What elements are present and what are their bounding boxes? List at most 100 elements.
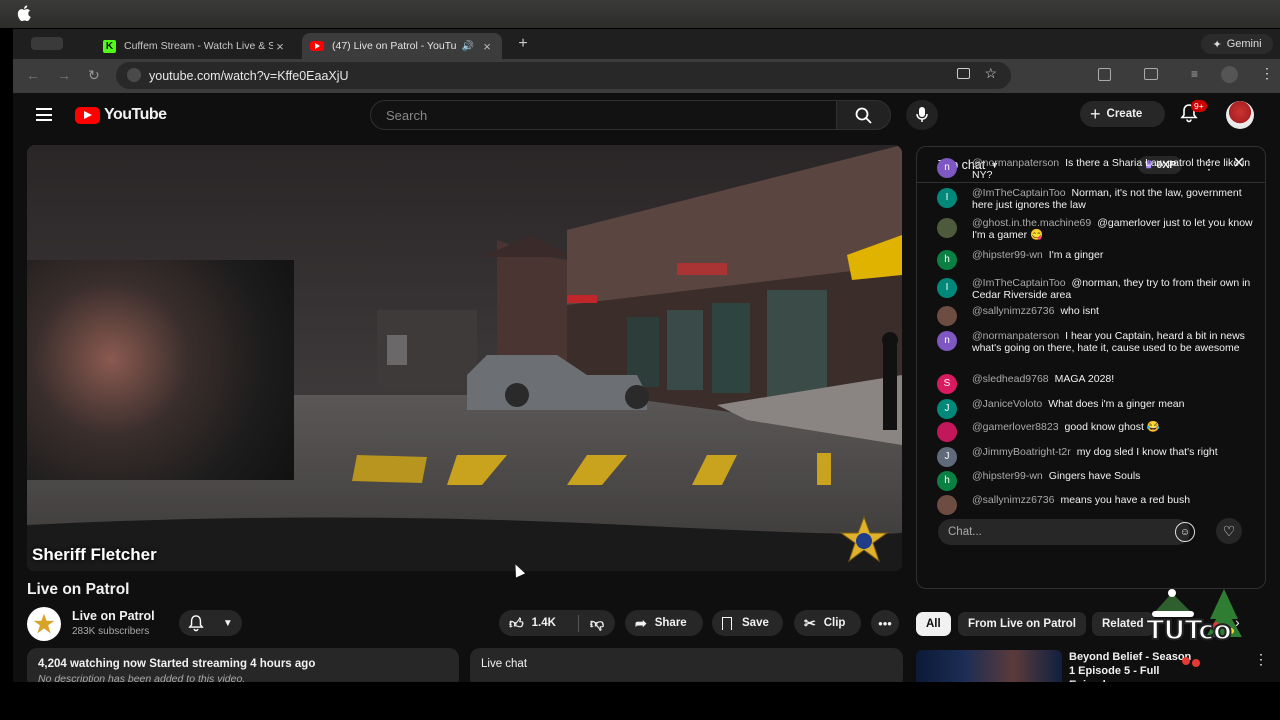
dislike-button[interactable]: 👎︎ [579, 615, 615, 632]
new-tab-button[interactable]: + [513, 34, 533, 54]
tab-cuffem[interactable]: K Cuffem Stream - Watch Live & Stream × [95, 33, 295, 59]
chat-author-avatar[interactable]: I [937, 278, 957, 298]
tab-title: (47) Live on Patrol - YouTube [332, 40, 456, 52]
tab-groups-icon[interactable] [31, 37, 63, 50]
share-icon: ➦ [635, 614, 647, 631]
chat-author-avatar[interactable]: h [937, 250, 957, 270]
chat-message[interactable]: J @JaniceVoloto What does i'm a ginger mea… [937, 398, 1257, 419]
chat-author-avatar[interactable] [937, 495, 957, 515]
like-button[interactable]: 👍︎ 1.4K [499, 614, 579, 632]
tab-youtube[interactable]: (47) Live on Patrol - YouTube 🔊 × [302, 33, 502, 59]
chat-message-body: @ImTheCaptainToo Norman, it's not the law… [972, 187, 1257, 211]
notifications-button[interactable]: 9+ [1180, 100, 1207, 126]
back-icon[interactable]: ← [26, 67, 40, 83]
youtube-logo[interactable]: YouTube [75, 106, 167, 124]
clip-button[interactable]: ✂ Clip [794, 610, 861, 636]
chat-author-name[interactable]: @normanpaterson [972, 330, 1059, 342]
chat-author-name[interactable]: @ImTheCaptainToo [972, 277, 1066, 289]
chat-message-text: Gingers have Souls [1048, 470, 1141, 482]
close-icon[interactable]: × [480, 39, 494, 54]
chat-author-avatar[interactable] [937, 422, 957, 442]
create-button[interactable]: + Create [1080, 101, 1165, 127]
chat-author-name[interactable]: @sallynimzz6736 [972, 305, 1054, 317]
description-box[interactable]: 4,204 watching now Started streaming 4 h… [27, 648, 459, 682]
chat-author-avatar[interactable]: J [937, 447, 957, 467]
chat-author-name[interactable]: @hipster99-wn [972, 470, 1043, 482]
more-menu-icon[interactable]: ⋮ [1260, 65, 1274, 82]
hamburger-menu-icon[interactable] [36, 108, 52, 121]
channel-name[interactable]: Live on Patrol [72, 609, 155, 623]
chat-author-avatar[interactable]: h [937, 471, 957, 491]
chat-message[interactable]: @sallynimzz6736 who isnt [937, 305, 1257, 326]
search-input[interactable]: Search [370, 100, 837, 130]
video-overlay-name: Sheriff Fletcher [32, 545, 157, 564]
chat-author-name[interactable]: @JaniceVoloto [972, 398, 1042, 410]
chat-message-body: @JimmyBoatright-t2r my dog sled I know th… [972, 446, 1257, 458]
close-icon[interactable]: × [273, 39, 287, 54]
chat-author-avatar[interactable]: J [937, 399, 957, 419]
chat-message[interactable]: n @normanpaterson Is there a Sharia Law pa… [937, 157, 1257, 181]
chat-message[interactable]: @gamerlover8823 good know ghost 😂 [937, 421, 1257, 442]
chat-message[interactable]: J @JimmyBoatright-t2r my dog sled I know t… [937, 446, 1257, 467]
chat-message[interactable]: I @ImTheCaptainToo @norman, they try to fr… [937, 277, 1257, 301]
chat-message[interactable]: @ghost.in.the.machine69 @gamerlover just … [937, 217, 1257, 241]
voice-search-button[interactable] [906, 100, 938, 130]
reading-list-icon[interactable]: ≡ [1191, 67, 1198, 81]
chat-author-name[interactable]: @hipster99-wn [972, 249, 1043, 261]
profile-icon[interactable] [1221, 66, 1238, 83]
chat-author-avatar[interactable]: n [937, 331, 957, 351]
search-button[interactable] [836, 100, 891, 130]
chat-author-avatar[interactable]: n [937, 158, 957, 178]
chat-message-body: @sledhead9768 MAGA 2028! [972, 373, 1257, 385]
recommendation-menu-icon[interactable]: ⋮ [1254, 651, 1268, 668]
chat-input[interactable]: Chat... [938, 519, 1190, 545]
subscription-bell-button[interactable]: ▼ [179, 610, 242, 636]
chat-message-body: @sallynimzz6736 means you have a red bush [972, 494, 1257, 506]
like-dislike-group: 👍︎ 1.4K 👎︎ [499, 610, 615, 636]
chat-author-name[interactable]: @sledhead9768 [972, 373, 1049, 385]
chat-author-avatar[interactable]: S [937, 374, 957, 394]
gemini-icon: ✦ [1212, 38, 1222, 51]
extensions-icon[interactable] [1098, 68, 1111, 81]
video-player[interactable]: Sheriff Fletcher [27, 145, 902, 571]
install-icon[interactable] [957, 68, 970, 79]
site-info-icon[interactable] [127, 68, 141, 82]
chat-message[interactable]: h @hipster99-wn I'm a ginger [937, 249, 1257, 270]
chip-related[interactable]: Related [1092, 612, 1154, 636]
chat-message[interactable]: S @sledhead9768 MAGA 2028! [937, 373, 1257, 394]
chat-message[interactable]: h @hipster99-wn Gingers have Souls [937, 470, 1257, 491]
chip-all[interactable]: All [916, 612, 951, 636]
chat-author-name[interactable]: @gamerlover8823 [972, 421, 1059, 433]
gemini-button[interactable]: ✦ Gemini [1201, 34, 1273, 54]
chat-author-name[interactable]: @normanpaterson [972, 157, 1059, 169]
chat-author-name[interactable]: @ImTheCaptainToo [972, 187, 1066, 199]
chat-message[interactable]: I @ImTheCaptainToo Norman, it's not the la… [937, 187, 1257, 211]
chat-author-name[interactable]: @sallynimzz6736 [972, 494, 1054, 506]
chat-message[interactable]: n @normanpaterson I hear you Captain, hear… [937, 330, 1257, 354]
clip-label: Clip [823, 617, 846, 629]
chat-author-name[interactable]: @JimmyBoatright-t2r [972, 446, 1071, 458]
more-actions-button[interactable]: ••• [871, 610, 899, 636]
chat-author-avatar[interactable] [937, 218, 957, 238]
address-bar[interactable]: youtube.com/watch?v=Kffe0EaaXjU ☆ [116, 62, 1011, 89]
channel-avatar[interactable] [27, 607, 61, 641]
speaker-icon[interactable]: 🔊 [462, 41, 474, 52]
chat-author-avatar[interactable] [937, 306, 957, 326]
recommendation-thumbnail[interactable] [916, 650, 1062, 682]
account-avatar[interactable] [1226, 101, 1254, 129]
live-chat-panel-label[interactable]: Live chat [470, 648, 903, 682]
reload-icon[interactable]: ↻ [88, 67, 100, 84]
like-count: 1.4K [531, 617, 556, 629]
save-button[interactable]: Save [712, 610, 783, 636]
forward-icon[interactable]: → [57, 67, 71, 83]
chat-author-avatar[interactable]: I [937, 188, 957, 208]
emoji-button[interactable]: ☺ [1175, 522, 1195, 542]
tab-search-icon[interactable] [1144, 68, 1158, 80]
chip-from-channel[interactable]: From Live on Patrol [958, 612, 1086, 636]
bookmark-star-icon[interactable]: ☆ [984, 65, 997, 82]
heart-button[interactable]: ♡ [1216, 518, 1242, 544]
share-button[interactable]: ➦ Share [625, 610, 703, 636]
chat-author-name[interactable]: @ghost.in.the.machine69 [972, 217, 1091, 229]
chat-message[interactable]: @sallynimzz6736 means you have a red bush [937, 494, 1257, 515]
apple-icon[interactable] [17, 5, 31, 21]
